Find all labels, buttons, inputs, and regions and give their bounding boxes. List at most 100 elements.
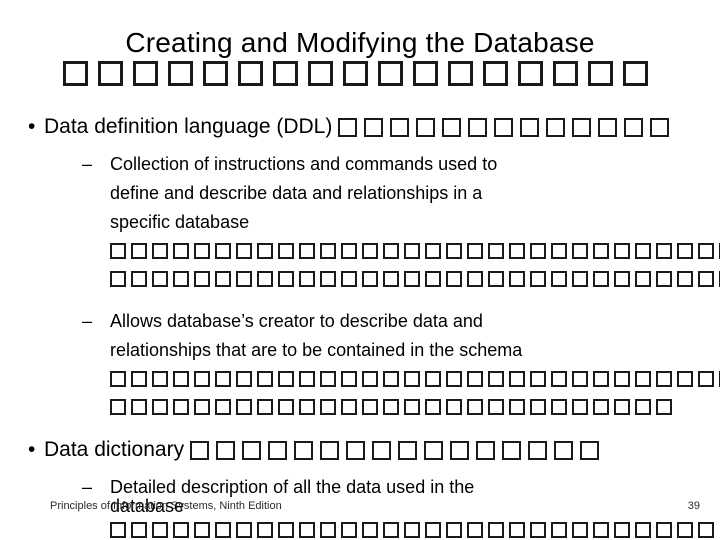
missing-glyph-box bbox=[390, 117, 410, 137]
missing-glyph-box bbox=[635, 398, 651, 415]
missing-glyph-box bbox=[131, 521, 147, 538]
missing-glyph-box bbox=[446, 521, 462, 538]
missing-glyph-box bbox=[397, 440, 417, 460]
missing-glyph-box bbox=[173, 370, 189, 387]
missing-glyph-box bbox=[412, 61, 438, 86]
slide-title-block: Creating and Modifying the Database bbox=[0, 26, 720, 86]
missing-glyph-box bbox=[698, 270, 714, 287]
missing-glyph-box bbox=[338, 117, 358, 137]
subbullet-collection-tofu-row-1 bbox=[0, 237, 720, 265]
missing-glyph-box bbox=[509, 398, 525, 415]
missing-glyph-box bbox=[698, 521, 714, 538]
missing-glyph-box bbox=[319, 440, 339, 460]
missing-glyph-box bbox=[467, 270, 483, 287]
missing-glyph-box bbox=[383, 370, 399, 387]
missing-glyph-box bbox=[257, 242, 273, 259]
missing-glyph-box bbox=[215, 270, 231, 287]
missing-glyph-box bbox=[236, 370, 252, 387]
missing-glyph-box bbox=[551, 270, 567, 287]
missing-glyph-box bbox=[257, 270, 273, 287]
missing-glyph-box bbox=[614, 521, 630, 538]
presentation-slide: Creating and Modifying the Database • Da… bbox=[0, 0, 720, 540]
missing-glyph-box bbox=[530, 370, 546, 387]
missing-glyph-box bbox=[467, 242, 483, 259]
missing-glyph-box bbox=[383, 270, 399, 287]
missing-glyph-box bbox=[194, 370, 210, 387]
missing-glyph-box bbox=[377, 61, 403, 86]
missing-glyph-box bbox=[278, 370, 294, 387]
missing-glyph-box bbox=[152, 370, 168, 387]
missing-glyph-box bbox=[551, 370, 567, 387]
missing-glyph-box bbox=[446, 398, 462, 415]
missing-glyph-box bbox=[364, 117, 384, 137]
bullet-data-dictionary-tofu bbox=[189, 438, 606, 461]
slide-footer: Principles of Information Systems, Ninth… bbox=[0, 498, 720, 518]
missing-glyph-box bbox=[593, 398, 609, 415]
missing-glyph-box bbox=[132, 61, 158, 86]
missing-glyph-box bbox=[341, 242, 357, 259]
missing-glyph-box bbox=[656, 242, 672, 259]
dash-marker: – bbox=[82, 154, 93, 174]
missing-glyph-box bbox=[299, 398, 315, 415]
missing-glyph-box bbox=[131, 242, 147, 259]
missing-glyph-box bbox=[552, 61, 578, 86]
subbullet-allows-line-2: relationships that are to be contained i… bbox=[110, 340, 523, 360]
missing-glyph-box bbox=[572, 242, 588, 259]
missing-glyph-box bbox=[494, 117, 514, 137]
missing-glyph-box bbox=[622, 61, 648, 86]
slide-body: • Data definition language (DDL) – Colle… bbox=[0, 112, 720, 502]
missing-glyph-box bbox=[488, 398, 504, 415]
missing-glyph-box bbox=[593, 270, 609, 287]
missing-glyph-box bbox=[278, 398, 294, 415]
missing-glyph-box bbox=[278, 270, 294, 287]
missing-glyph-box bbox=[215, 440, 235, 460]
missing-glyph-box bbox=[449, 440, 469, 460]
missing-glyph-box bbox=[110, 270, 126, 287]
subbullet-collection-line-3: specific database bbox=[110, 212, 250, 232]
missing-glyph-box bbox=[189, 440, 209, 460]
missing-glyph-box bbox=[362, 370, 378, 387]
subbullet-detailed-tofu-row bbox=[110, 521, 719, 539]
missing-glyph-box bbox=[267, 440, 287, 460]
missing-glyph-box bbox=[501, 440, 521, 460]
missing-glyph-box bbox=[482, 61, 508, 86]
missing-glyph-box bbox=[173, 521, 189, 538]
missing-glyph-box bbox=[404, 370, 420, 387]
missing-glyph-box bbox=[572, 270, 588, 287]
missing-glyph-box bbox=[475, 440, 495, 460]
missing-glyph-box bbox=[425, 370, 441, 387]
missing-glyph-box bbox=[488, 521, 504, 538]
missing-glyph-box bbox=[656, 270, 672, 287]
missing-glyph-box bbox=[509, 242, 525, 259]
missing-glyph-box bbox=[299, 370, 315, 387]
missing-glyph-box bbox=[215, 370, 231, 387]
subbullet-allows-tofu-row-1 bbox=[0, 365, 720, 393]
missing-glyph-box bbox=[383, 398, 399, 415]
missing-glyph-box bbox=[110, 370, 126, 387]
missing-glyph-box bbox=[362, 270, 378, 287]
missing-glyph-box bbox=[278, 242, 294, 259]
missing-glyph-box bbox=[446, 270, 462, 287]
missing-glyph-box bbox=[614, 242, 630, 259]
missing-glyph-box bbox=[593, 242, 609, 259]
missing-glyph-box bbox=[341, 270, 357, 287]
missing-glyph-box bbox=[299, 270, 315, 287]
missing-glyph-box bbox=[341, 521, 357, 538]
missing-glyph-box bbox=[656, 521, 672, 538]
missing-glyph-box bbox=[488, 370, 504, 387]
missing-glyph-box bbox=[488, 270, 504, 287]
missing-glyph-box bbox=[194, 242, 210, 259]
missing-glyph-box bbox=[97, 61, 123, 86]
missing-glyph-box bbox=[635, 521, 651, 538]
missing-glyph-box bbox=[530, 398, 546, 415]
missing-glyph-box bbox=[167, 61, 193, 86]
missing-glyph-box bbox=[447, 61, 473, 86]
missing-glyph-box bbox=[635, 242, 651, 259]
dash-marker: – bbox=[82, 311, 93, 331]
missing-glyph-box bbox=[110, 242, 126, 259]
missing-glyph-box bbox=[272, 61, 298, 86]
missing-glyph-box bbox=[546, 117, 566, 137]
missing-glyph-box bbox=[342, 61, 368, 86]
missing-glyph-box bbox=[320, 398, 336, 415]
